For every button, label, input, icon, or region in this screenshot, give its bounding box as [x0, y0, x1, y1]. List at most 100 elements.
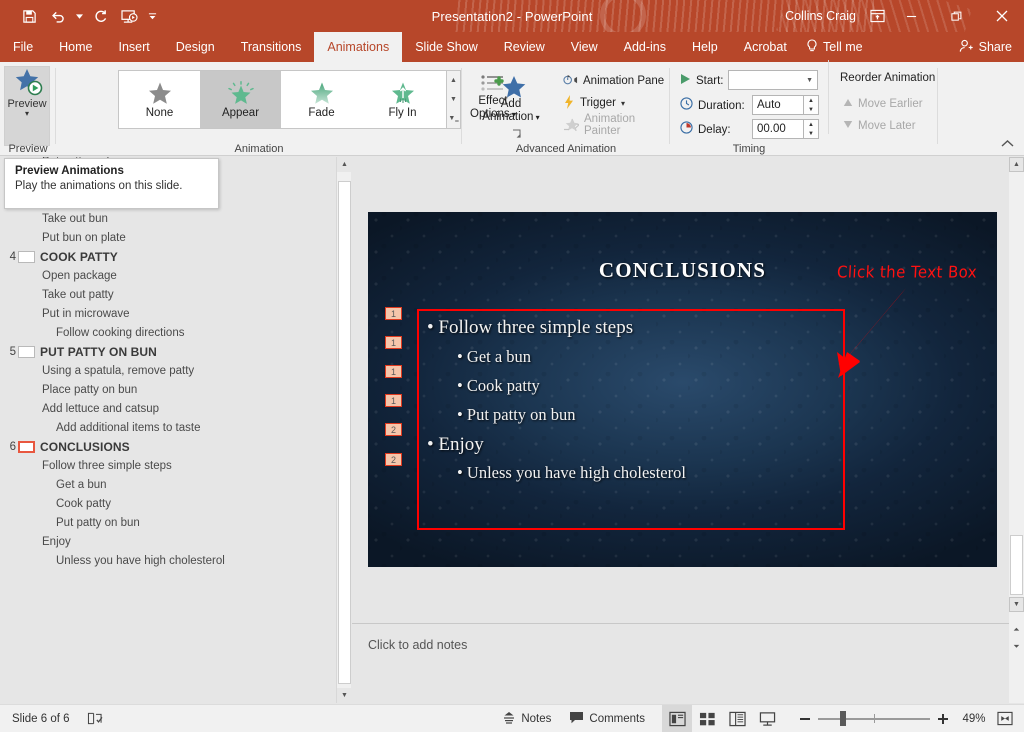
- account-name[interactable]: Collins Craig: [785, 0, 856, 32]
- duration-stepper[interactable]: Auto ▲ ▼: [752, 95, 819, 115]
- view-slide-sorter-button[interactable]: [692, 705, 722, 732]
- add-animation-button[interactable]: Add Animation ▾: [472, 68, 550, 125]
- preview-chevron-down-icon[interactable]: ▾: [25, 110, 29, 118]
- animation-painter-button: Animation Painter: [558, 113, 670, 137]
- outline-scroll-thumb[interactable]: [338, 181, 351, 684]
- outline-pane[interactable]: Get a bun Cook patty Put patty on bun 3 …: [0, 157, 336, 703]
- duration-spin-down-icon[interactable]: ▼: [804, 105, 818, 114]
- view-normal-button[interactable]: [662, 704, 692, 732]
- gallery-more-icon[interactable]: ▼ ‗: [447, 109, 460, 128]
- tab-slide-show[interactable]: Slide Show: [402, 32, 491, 62]
- outline-sub-bullet[interactable]: Follow cooking directions: [0, 324, 320, 343]
- start-from-beginning-icon[interactable]: [116, 3, 142, 29]
- outline-bullet[interactable]: Put bun on plate: [0, 229, 320, 248]
- zoom-slider-thumb[interactable]: [840, 711, 846, 726]
- undo-chevron-down-icon[interactable]: [74, 3, 84, 29]
- outline-bullet[interactable]: Place patty on bun: [0, 381, 320, 400]
- animation-badge[interactable]: 1: [385, 394, 402, 407]
- tab-home[interactable]: Home: [46, 32, 105, 62]
- zoom-level[interactable]: 49%: [956, 713, 992, 725]
- animation-none[interactable]: None: [119, 71, 200, 128]
- collapse-ribbon-icon[interactable]: [998, 135, 1016, 151]
- outline-bullet[interactable]: Enjoy: [0, 533, 320, 552]
- next-slide-icon[interactable]: ⏷: [1009, 639, 1024, 654]
- animation-fly-in[interactable]: Fly In: [362, 71, 443, 128]
- zoom-out-icon[interactable]: [792, 705, 818, 732]
- slide-canvas[interactable]: CONCLUSIONS 1 1 1 1 2 2 • Follow three s…: [368, 212, 997, 567]
- tab-transitions[interactable]: Transitions: [228, 32, 315, 62]
- slide-scroll-down-icon[interactable]: ▼: [1009, 597, 1024, 612]
- preview-button[interactable]: Preview ▾: [4, 66, 50, 146]
- close-icon[interactable]: [979, 0, 1024, 32]
- slide-scroll-up-icon[interactable]: ▲: [1009, 157, 1024, 172]
- outline-slide-4[interactable]: 4 COOK PATTY: [0, 248, 320, 267]
- tab-animations[interactable]: Animations: [314, 32, 403, 62]
- minimize-icon[interactable]: [889, 0, 934, 32]
- tab-help[interactable]: Help: [679, 32, 731, 62]
- outline-sub-bullet[interactable]: Get a bun: [0, 476, 320, 495]
- save-icon[interactable]: [16, 3, 42, 29]
- tab-view[interactable]: View: [558, 32, 611, 62]
- animation-badge[interactable]: 1: [385, 365, 402, 378]
- delay-stepper[interactable]: 00.00 ▲ ▼: [752, 119, 819, 139]
- accessibility-checker-icon[interactable]: [79, 705, 111, 732]
- delay-spin-up-icon[interactable]: ▲: [804, 120, 818, 129]
- notes-button[interactable]: Notes: [493, 705, 560, 732]
- gallery-scroll-up-icon[interactable]: ▲: [447, 71, 460, 90]
- animation-pane-button[interactable]: Animation Pane: [558, 71, 669, 91]
- outline-sub-bullet[interactable]: Cook patty: [0, 495, 320, 514]
- tab-design[interactable]: Design: [163, 32, 228, 62]
- redo-icon[interactable]: [87, 3, 113, 29]
- restore-icon[interactable]: [934, 0, 979, 32]
- outline-bullet[interactable]: Add lettuce and catsup: [0, 400, 320, 419]
- customize-qat-icon[interactable]: [145, 3, 159, 29]
- undo-icon[interactable]: [45, 3, 71, 29]
- slide-scroll-thumb[interactable]: [1010, 535, 1023, 595]
- zoom-slider[interactable]: [818, 705, 930, 732]
- outline-bullet[interactable]: Follow three simple steps: [0, 457, 320, 476]
- outline-bullet[interactable]: Put in microwave: [0, 305, 320, 324]
- slide-scrollbar[interactable]: ▲ ▼ ⏶ ⏷: [1009, 157, 1024, 703]
- view-reading-button[interactable]: [722, 705, 752, 732]
- outline-scrollbar[interactable]: ▲ ▼: [336, 157, 352, 703]
- previous-slide-icon[interactable]: ⏶: [1009, 622, 1024, 637]
- outline-bullet[interactable]: Take out patty: [0, 286, 320, 305]
- outline-bullet[interactable]: Using a spatula, remove patty: [0, 362, 320, 381]
- outline-scroll-up-icon[interactable]: ▲: [337, 157, 352, 172]
- tab-file[interactable]: File: [0, 32, 46, 62]
- trigger-button[interactable]: Trigger ▾: [558, 93, 630, 113]
- outline-slide-5[interactable]: 5 PUT PATTY ON BUN: [0, 343, 320, 362]
- view-slideshow-button[interactable]: [752, 705, 782, 732]
- outline-scroll-down-icon[interactable]: ▼: [337, 688, 352, 703]
- share-button[interactable]: Share: [959, 32, 1012, 62]
- delay-value[interactable]: 00.00: [752, 119, 804, 139]
- notes-pane[interactable]: Click to add notes: [352, 624, 1009, 703]
- ribbon-display-options-icon[interactable]: [866, 6, 888, 26]
- tab-add-ins[interactable]: Add-ins: [611, 32, 679, 62]
- duration-value[interactable]: Auto: [752, 95, 804, 115]
- animation-badge[interactable]: 2: [385, 423, 402, 436]
- outline-sub-bullet[interactable]: Put patty on bun: [0, 514, 320, 533]
- zoom-in-icon[interactable]: [930, 705, 956, 732]
- animation-badge[interactable]: 1: [385, 336, 402, 349]
- outline-bullet[interactable]: Open package: [0, 267, 320, 286]
- gallery-scroll-down-icon[interactable]: ▼: [447, 90, 460, 109]
- outline-bullet[interactable]: Take out bun: [0, 210, 320, 229]
- tab-review[interactable]: Review: [491, 32, 558, 62]
- delay-spin-down-icon[interactable]: ▼: [804, 129, 818, 138]
- tab-insert[interactable]: Insert: [106, 32, 163, 62]
- animation-badge[interactable]: 2: [385, 453, 402, 466]
- outline-sub-bullet[interactable]: Add additional items to taste: [0, 419, 320, 438]
- outline-sub-bullet[interactable]: Unless you have high cholesterol: [0, 552, 320, 571]
- duration-spin-up-icon[interactable]: ▲: [804, 96, 818, 105]
- comments-button[interactable]: Comments: [560, 705, 654, 732]
- slide-body-textbox-selected[interactable]: • Follow three simple steps • Get a bun …: [417, 309, 845, 530]
- fit-slide-to-window-icon[interactable]: [992, 705, 1018, 732]
- animation-appear[interactable]: Appear: [200, 71, 281, 128]
- animation-fade[interactable]: Fade: [281, 71, 362, 128]
- outline-slide-6[interactable]: 6 CONCLUSIONS: [0, 438, 320, 457]
- start-dropdown[interactable]: ▼: [728, 70, 818, 90]
- tab-acrobat[interactable]: Acrobat: [731, 32, 800, 62]
- animation-badge[interactable]: 1: [385, 307, 402, 320]
- tell-me-box[interactable]: Tell me: [806, 32, 863, 62]
